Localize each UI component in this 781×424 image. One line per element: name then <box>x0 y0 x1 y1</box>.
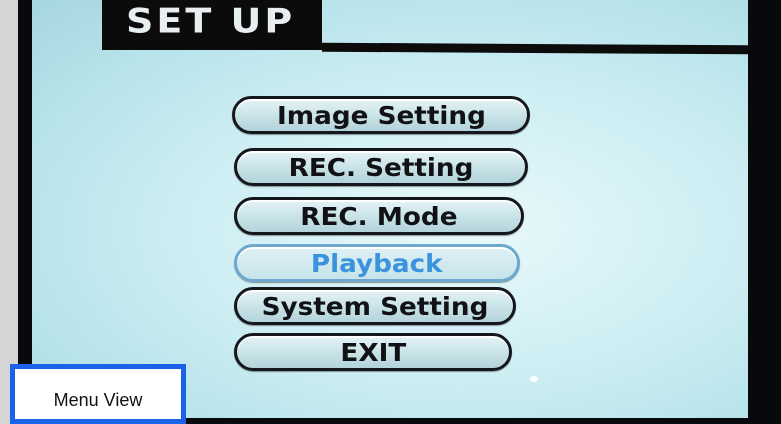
caption-label: Menu View <box>53 389 143 410</box>
menu-item-exit[interactable]: EXIT <box>234 333 512 371</box>
monitor-bezel: SET UP Image Setting REC. Setting REC. M… <box>18 0 781 424</box>
menu-item-rec-mode[interactable]: REC. Mode <box>234 197 524 235</box>
menu-item-label: Image Setting <box>276 100 486 130</box>
screen-glare <box>530 376 538 382</box>
menu-item-label: System Setting <box>261 291 489 321</box>
menu-item-system-setting[interactable]: System Setting <box>234 287 516 325</box>
menu-item-label: EXIT <box>340 337 406 367</box>
menu-item-image-setting[interactable]: Image Setting <box>232 96 530 134</box>
menu-item-label: REC. Mode <box>300 201 458 231</box>
caption-box: Menu View <box>10 364 186 424</box>
menu-item-playback[interactable]: Playback <box>234 244 520 282</box>
menu-item-label: REC. Setting <box>288 152 474 182</box>
menu-item-label: Playback <box>311 248 443 278</box>
menu-item-rec-setting[interactable]: REC. Setting <box>234 148 528 186</box>
osd-screen: SET UP Image Setting REC. Setting REC. M… <box>32 0 748 418</box>
setup-menu: Image Setting REC. Setting REC. Mode Pla… <box>232 0 542 418</box>
